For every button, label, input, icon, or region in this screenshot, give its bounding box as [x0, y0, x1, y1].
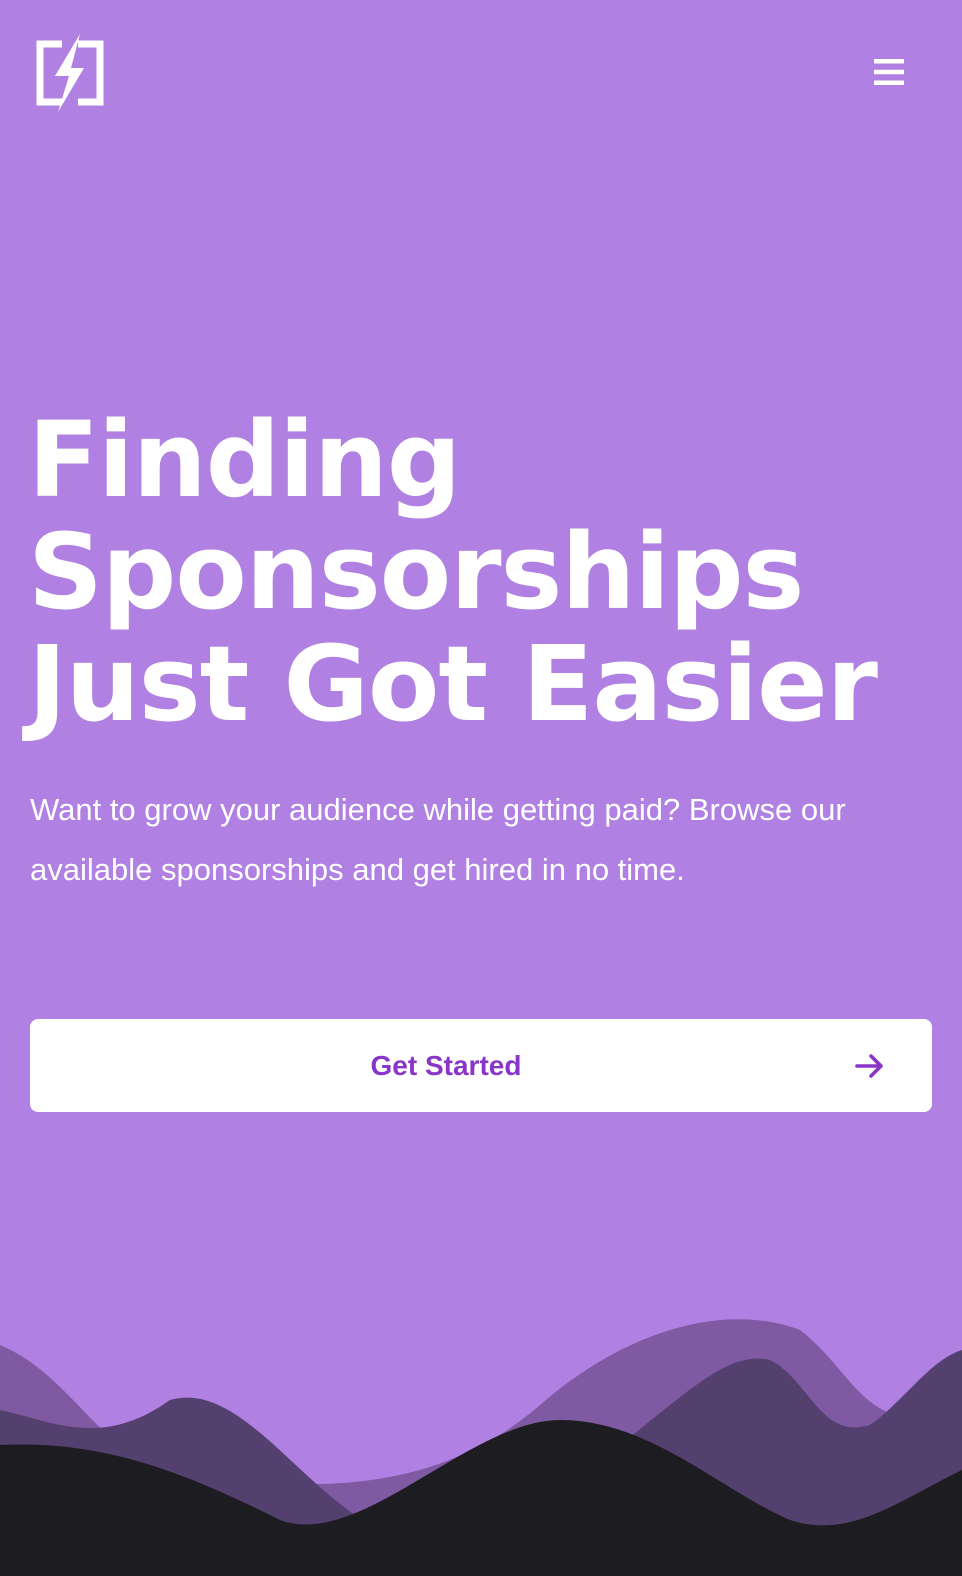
menu-button[interactable] — [872, 55, 906, 89]
decorative-waves — [0, 1319, 962, 1576]
hero-headline: Finding Sponsorships Just Got Easier — [28, 404, 948, 740]
hero-section: Finding Sponsorships Just Got Easier Wan… — [0, 0, 962, 1576]
get-started-button[interactable]: Get Started — [30, 1019, 932, 1112]
hero-subtitle: Want to grow your audience while getting… — [30, 792, 846, 887]
logo[interactable] — [36, 34, 104, 114]
headline-line: Just Got Easier — [28, 623, 878, 745]
arrow-right-icon — [855, 1054, 883, 1078]
headline-line: Sponsorships — [28, 511, 804, 633]
headline-line: Finding — [28, 399, 461, 521]
bolt-bracket-logo-icon — [36, 34, 104, 112]
hamburger-menu-icon — [874, 59, 904, 85]
get-started-label: Get Started — [370, 1049, 522, 1081]
